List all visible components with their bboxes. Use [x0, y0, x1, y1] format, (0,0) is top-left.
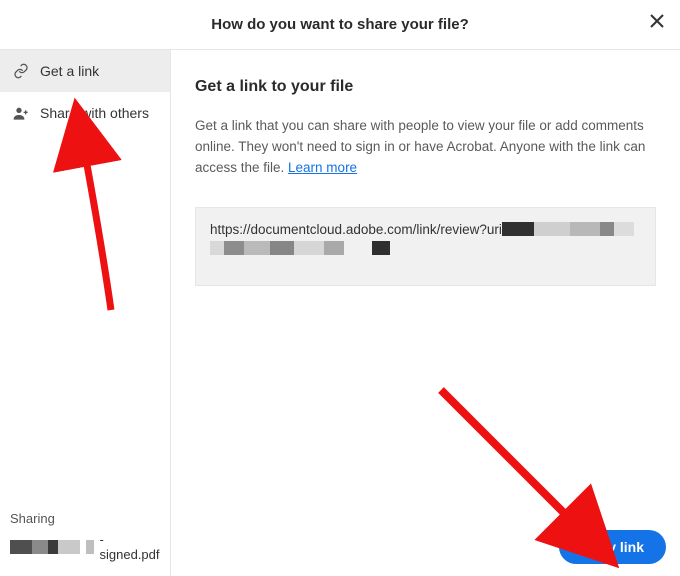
main-description: Get a link that you can share with peopl…: [195, 116, 656, 179]
link-redacted: [502, 222, 634, 236]
sidebar-item-share-others[interactable]: Share with others: [0, 92, 170, 134]
close-icon: [649, 13, 665, 34]
sidebar-item-label: Get a link: [40, 63, 99, 79]
main-heading: Get a link to your file: [195, 78, 656, 96]
sidebar-footer: Sharing -signed.pdf: [0, 503, 170, 576]
sharing-label: Sharing: [10, 511, 160, 526]
filename-redacted: [10, 540, 80, 554]
dialog-title: How do you want to share your file?: [211, 16, 469, 33]
add-person-icon: [12, 104, 30, 122]
copy-link-button[interactable]: Copy link: [559, 530, 666, 564]
link-redacted: [210, 241, 344, 255]
filename-suffix: -signed.pdf: [100, 532, 160, 562]
dialog-header: How do you want to share your file?: [0, 0, 680, 50]
sidebar: Get a link Share with others Sharing -si…: [0, 50, 171, 576]
link-icon: [12, 62, 30, 80]
share-link-text: https://documentcloud.adobe.com/link/rev…: [210, 222, 502, 237]
shared-file-name: -signed.pdf: [10, 532, 160, 562]
main-panel: Get a link to your file Get a link that …: [171, 50, 680, 576]
link-redacted: [372, 241, 390, 255]
learn-more-link[interactable]: Learn more: [288, 160, 357, 175]
share-link-box[interactable]: https://documentcloud.adobe.com/link/rev…: [195, 207, 656, 286]
sidebar-item-label: Share with others: [40, 105, 149, 121]
sidebar-item-get-link[interactable]: Get a link: [0, 50, 170, 92]
close-button[interactable]: [644, 10, 670, 36]
filename-redacted: [86, 540, 94, 554]
